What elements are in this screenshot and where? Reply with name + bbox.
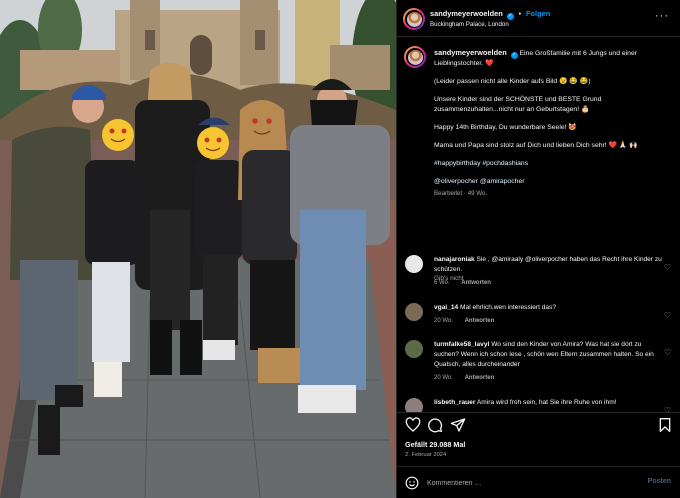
caption-hashtags[interactable]: #happybirthday #pochdashians xyxy=(434,159,674,169)
author-avatar[interactable] xyxy=(403,8,425,30)
comment-username[interactable]: turmfalke58_lavyl xyxy=(434,341,489,348)
comment-avatar[interactable] xyxy=(405,340,423,358)
post-comment-button[interactable]: Posten xyxy=(648,478,671,485)
comment-username[interactable]: vgai_14 xyxy=(434,304,458,311)
caption-line-5: Mama und Papa sind stolz auf Dich und li… xyxy=(434,142,638,149)
comment-avatar[interactable] xyxy=(405,255,423,273)
caption-text: sandymeyerwoelden ✓ Eine Großfamilie mit… xyxy=(434,48,674,207)
likes-count[interactable]: Gefällt 29.088 Mal xyxy=(405,440,465,449)
instagram-post-viewer: sandymeyerwoelden ✓ • Folgen Buckingham … xyxy=(0,0,680,498)
comment-username[interactable]: nanajaroniak xyxy=(434,256,475,263)
comment-time: 20 Wo. xyxy=(434,375,453,381)
photo-illustration xyxy=(0,0,396,498)
post-location[interactable]: Buckingham Palace, London xyxy=(430,21,509,28)
comment-username[interactable]: lisbeth_rauer xyxy=(434,399,475,406)
comment-time: 20 Wo. xyxy=(434,318,453,324)
author-username[interactable]: sandymeyerwoelden xyxy=(430,9,503,18)
like-comment-icon[interactable]: ♡ xyxy=(664,263,671,272)
share-icon[interactable] xyxy=(450,417,466,433)
caption-avatar[interactable] xyxy=(404,46,426,68)
post-date: 2. Februar 2024 xyxy=(405,452,447,458)
caption-and-comments[interactable]: sandymeyerwoelden ✓ Eine Großfamilie mit… xyxy=(397,38,680,412)
verified-icon: ✓ xyxy=(506,13,514,20)
follow-button[interactable]: Folgen xyxy=(526,9,550,18)
like-comment-icon[interactable]: ♡ xyxy=(664,311,671,320)
reply-button[interactable]: Antworten xyxy=(465,318,495,324)
comment-text: Amira wird froh sein, hat Sie ihre Ruhe … xyxy=(476,399,617,406)
separator-dot: • xyxy=(518,11,522,18)
post-header: sandymeyerwoelden ✓ • Folgen Buckingham … xyxy=(397,0,680,37)
caption-line-3: Unsere Kinder sind der SCHÖNSTE und BEST… xyxy=(434,96,602,113)
bookmark-icon[interactable] xyxy=(657,417,673,433)
add-comment-bar: Posten xyxy=(397,466,680,498)
post-photo[interactable] xyxy=(0,0,396,498)
caption-edited-time: Bearbeitet · 49 Wo. xyxy=(434,190,488,197)
caption-username[interactable]: sandymeyerwoelden xyxy=(434,48,507,57)
comment-time: 6 Wo. xyxy=(434,280,450,286)
header-title-row: sandymeyerwoelden ✓ • Folgen xyxy=(430,9,550,20)
emoji-icon[interactable] xyxy=(405,476,419,490)
post-side-panel: sandymeyerwoelden ✓ • Folgen Buckingham … xyxy=(396,0,680,498)
comment-text: Mal ehrlich,wen interessiert das? xyxy=(460,304,557,311)
reply-button[interactable]: Antworten xyxy=(461,280,491,286)
caption-mentions[interactable]: @oliverpocher @amirapocher xyxy=(434,177,674,187)
more-icon[interactable]: ··· xyxy=(655,10,669,22)
heart-icon[interactable] xyxy=(405,417,421,433)
like-comment-icon[interactable]: ♡ xyxy=(664,348,671,357)
comment-avatar[interactable] xyxy=(405,398,423,412)
caption-verified-icon: ✓ xyxy=(510,52,518,59)
comment-avatar[interactable] xyxy=(405,303,423,321)
post-actions: Gefällt 29.088 Mal 2. Februar 2024 xyxy=(397,412,680,464)
reply-button[interactable]: Antworten xyxy=(465,375,495,381)
comment-input[interactable] xyxy=(427,475,627,491)
caption-line-4: Happy 14th Birthday, Du wunderbare Seele… xyxy=(434,124,577,131)
comment-icon[interactable] xyxy=(427,417,443,433)
caption-line-2: (Leider passen nicht alle Kinder aufs Bi… xyxy=(434,78,591,85)
